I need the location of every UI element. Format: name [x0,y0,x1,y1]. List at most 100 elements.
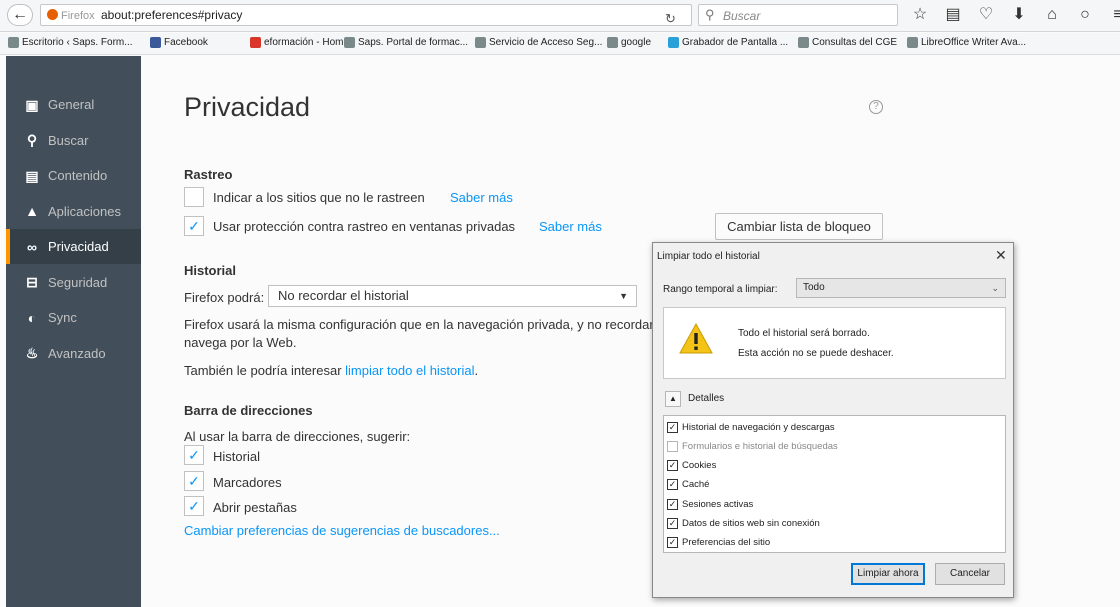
sync-icon: ◐ [27,309,37,326]
warning-line1: Todo el historial será borrado. [738,328,870,339]
firefox-badge-label: Firefox [61,10,95,22]
clear-item-label: Datos de sitios web sin conexión [682,518,820,529]
bookmark-item[interactable]: LibreOffice Writer Ava... [907,37,1026,48]
clear-item-checkbox[interactable]: ✓ [667,537,678,549]
bookmark-item[interactable]: Saps. Portal de formac... [344,37,468,48]
star-icon[interactable]: ☆ [912,4,928,26]
bookmark-favicon-icon [344,37,355,48]
clear-item-checkbox[interactable]: ✓ [667,498,678,510]
history-description-line2: navega por la Web. [184,335,297,350]
clear-item-row[interactable]: ✓ Sesiones activas [664,495,753,513]
sidebar-item-general[interactable]: ▣ General [6,87,141,122]
firefox-icon [47,9,58,20]
bookmark-label: Facebook [164,37,208,48]
clear-item-checkbox[interactable]: ✓ [667,460,678,472]
clear-item-row[interactable]: ✓ Preferencias del sitio [664,534,770,552]
search-icon: ⚲ [26,132,38,148]
home-icon[interactable]: ⌂ [1044,4,1060,26]
sidebar-item-seguridad[interactable]: ⊟ Seguridad [6,265,141,300]
suggest-history-label[interactable]: Historial [213,449,260,464]
menu-icon[interactable]: ≡ [1110,4,1120,26]
private-tracking-protection-label[interactable]: Usar protección contra rastreo en ventan… [213,219,515,234]
clear-item-row[interactable]: ✓ Datos de sitios web sin conexión [664,515,820,533]
suggest-history-checkbox[interactable]: ✓ [184,445,204,465]
sidebar-item-sync[interactable]: ◐ Sync [6,300,141,335]
search-bar[interactable]: ⚲ Buscar [698,4,898,26]
details-label[interactable]: Detalles [688,393,724,404]
history-heading: Historial [184,263,237,278]
clear-item-row[interactable]: ✓ Historial de navegación y descargas [664,418,835,436]
clear-item-checkbox[interactable]: ✓ [667,421,678,433]
clear-item-checkbox [667,440,678,452]
back-arrow-icon[interactable]: ← [7,4,33,26]
bookmark-favicon-icon [607,37,618,48]
sidebar-item-privacidad[interactable]: ∞ Privacidad [6,229,141,264]
cancel-button[interactable]: Cancelar [935,563,1005,585]
pocket-icon[interactable]: ♡ [978,4,994,26]
chat-icon[interactable]: ○ [1077,4,1093,26]
sidebar-item-label: Seguridad [48,274,108,290]
bookmark-label: eformación - Home [264,37,350,48]
search-placeholder: Buscar [723,9,761,23]
close-icon[interactable]: ✕ [995,247,1007,264]
suggest-open-tabs-checkbox[interactable]: ✓ [184,496,204,516]
bookmark-item[interactable]: Grabador de Pantalla ... [668,37,788,48]
clear-item-row[interactable]: ✓ Caché [664,476,709,494]
history-mode-select[interactable]: No recordar el historial ▼ [268,285,637,307]
sidebar-item-buscar[interactable]: ⚲ Buscar [6,123,141,158]
sidebar-item-aplicaciones[interactable]: ▲ Aplicaciones [6,194,141,229]
search-suggestion-prefs-link[interactable]: Cambiar preferencias de sugerencias de b… [184,523,500,538]
suggest-bookmarks-label[interactable]: Marcadores [213,475,282,490]
clear-history-prefix: También le podría interesar [184,363,342,378]
clear-item-checkbox[interactable]: ✓ [667,479,678,491]
reload-icon[interactable]: ↻ [665,11,676,27]
bookmarks-toolbar: Escritorio ‹ Saps. Form... Facebook eforma… [0,33,1120,55]
url-text[interactable]: about:preferences#privacy [101,8,242,22]
clear-history-dialog: Limpiar todo el historial ✕ Rango tempor… [652,242,1014,598]
clear-item-row[interactable]: ✓ Cookies [664,457,716,475]
downloads-icon[interactable]: ⬇ [1011,4,1027,26]
warning-line2: Esta acción no se puede deshacer. [738,348,894,359]
general-icon: ▣ [25,96,39,113]
bookmarks-list-icon[interactable]: ▤ [945,4,961,26]
bookmark-item[interactable]: google [607,37,651,48]
clear-now-button[interactable]: Limpiar ahora [851,563,925,585]
chevron-up-icon[interactable]: ▲ [665,391,681,407]
sidebar-item-label: Buscar [48,132,89,148]
time-range-label: Rango temporal a limpiar: [663,284,778,295]
private-tracking-protection-checkbox[interactable]: ✓ [184,216,204,236]
firefox-will-label: Firefox podrá: [184,290,265,305]
clear-item-checkbox[interactable]: ✓ [667,518,678,529]
clear-history-sentence: También le podría interesar limpiar todo… [184,363,478,378]
url-bar[interactable]: Firefox about:preferences#privacy ↻ [40,4,692,26]
do-not-track-label[interactable]: Indicar a los sitios que no le rastreen [213,190,425,205]
help-icon[interactable]: ? [869,100,883,114]
bookmark-item[interactable]: Servicio de Acceso Seg... [475,37,602,48]
do-not-track-learn-more-link[interactable]: Saber más [450,190,513,205]
bookmark-item[interactable]: eformación - Home [250,37,349,48]
clear-item-label: Cookies [682,460,717,472]
time-range-select[interactable]: Todo ⌄ [796,278,1006,298]
bookmark-favicon-icon [150,37,161,48]
bookmark-item[interactable]: Consultas del CGE [798,37,897,48]
clear-history-link[interactable]: limpiar todo el historial [345,363,474,378]
bookmark-item[interactable]: Facebook [150,37,208,48]
do-not-track-checkbox[interactable] [184,187,204,207]
suggest-open-tabs-label[interactable]: Abrir pestañas [213,500,297,515]
sidebar-item-avanzado[interactable]: ♨ Avanzado [6,336,141,371]
applications-icon: ▲ [25,203,39,219]
sidebar-item-label: Privacidad [48,239,109,254]
change-blocklist-button[interactable]: Cambiar lista de bloqueo [715,213,883,240]
address-bar-suggest-label: Al usar la barra de direcciones, sugerir… [184,429,411,444]
bookmark-label: Escritorio ‹ Saps. Form... [22,37,133,48]
suggest-bookmarks-checkbox[interactable]: ✓ [184,471,204,491]
search-icon: ⚲ [705,7,715,22]
bookmark-favicon-icon [907,37,918,48]
sidebar-item-contenido[interactable]: ▤ Contenido [6,158,141,193]
bookmark-item[interactable]: Escritorio ‹ Saps. Form... [8,37,133,48]
history-mode-value: No recordar el historial [278,288,409,303]
bookmark-favicon-icon [250,37,261,48]
private-tracking-learn-more-link[interactable]: Saber más [539,219,602,234]
identity-badge[interactable]: Firefox [47,9,95,22]
page-title: Privacidad [184,92,311,122]
